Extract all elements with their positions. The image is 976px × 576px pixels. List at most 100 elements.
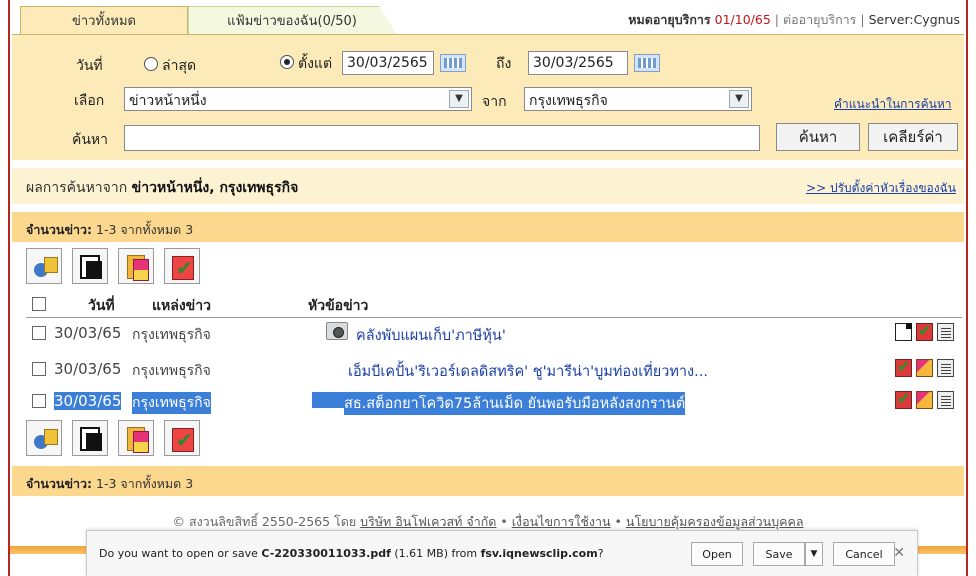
action-toolbar-top: [26, 248, 200, 284]
search-button[interactable]: ค้นหา: [776, 123, 860, 151]
search-tips-link[interactable]: คำแนะนำในการค้นหา: [834, 95, 951, 114]
row-title-link[interactable]: สธ.สต็อกยาโควิด75ล้านเม็ด ยันพอรับมือหลั…: [344, 392, 686, 415]
count-label: จำนวนข่าว:: [26, 476, 93, 491]
print-icon[interactable]: [72, 248, 108, 284]
row-checkbox[interactable]: [32, 326, 46, 340]
chevron-down-icon: ▼: [810, 549, 818, 559]
count-label: จำนวนข่าว:: [26, 222, 93, 237]
to-date-input[interactable]: [528, 51, 628, 75]
search-input[interactable]: [124, 125, 760, 151]
footer: © สงวนลิขสิทธิ์ 2550-2565 โดย บริษัท อิน…: [172, 514, 804, 529]
camera-icon: [326, 322, 348, 340]
download-message: Do you want to open or save C-2203300110…: [99, 547, 604, 560]
table-row: 30/03/65 กรุงเทพธุรกิจ สธ.สต็อกยาโควิด75…: [26, 388, 962, 415]
col-date: วันที่: [88, 298, 115, 314]
tab-all-news-label: ข่าวทั้งหมด: [72, 14, 136, 29]
latest-label: ล่าสุด: [162, 58, 197, 74]
source-value: กรุงเทพธุรกิจ: [529, 93, 608, 109]
add-to-folder-icon[interactable]: [26, 248, 62, 284]
open-button[interactable]: Open: [691, 542, 743, 566]
selection-highlight: [312, 392, 344, 408]
select-all-icon[interactable]: [164, 248, 200, 284]
page-frame: ข่าวทั้งหมด แฟ้มข่าวของฉัน(0/50) หมดอายุ…: [8, 0, 968, 576]
check-icon[interactable]: [916, 321, 933, 341]
text-document-icon[interactable]: [937, 391, 954, 409]
col-title: หัวข้อข่าว: [308, 298, 369, 314]
check-icon[interactable]: [895, 357, 912, 377]
select-all-icon[interactable]: [164, 420, 200, 456]
download-notification-bar: Do you want to open or save C-2203300110…: [86, 530, 918, 576]
add-to-folder-icon[interactable]: [26, 420, 62, 456]
source-select[interactable]: กรุงเทพธุรกิจ ▼: [524, 87, 752, 111]
expiry-date: 01/10/65: [714, 12, 771, 27]
action-toolbar-bottom: [26, 420, 200, 456]
results-prefix: ผลการค้นหาจาก: [26, 180, 128, 196]
results-summary: ผลการค้นหาจาก ข่าวหน้าหนึ่ง, กรุงเทพธุรก…: [26, 177, 298, 199]
row-source: กรุงเทพธุรกิจ: [132, 327, 211, 343]
search-panel: วันที่ ล่าสุด ตั้งแต่ ถึง เลือก ข่าวหน้า…: [12, 34, 964, 160]
to-calendar-icon[interactable]: [634, 54, 660, 72]
row-date: 30/03/65: [54, 324, 122, 342]
row-title-link[interactable]: เอ็มบีเคปั้น'ริเวอร์เดลดิสทริค' ชู'มารีน…: [348, 360, 708, 383]
count-bar-bottom: จำนวนข่าว: 1-3 จากทั้งหมด 3: [12, 466, 964, 496]
expiry-label: หมดอายุบริการ: [628, 12, 711, 27]
download-question-mark: ?: [597, 547, 604, 560]
col-source: แหล่งข่าว: [152, 298, 211, 314]
download-question: Do you want to open or save: [99, 547, 258, 560]
cancel-button[interactable]: Cancel: [833, 542, 895, 566]
download-filename: C-220330011033.pdf: [261, 547, 391, 560]
from-label: จาก: [482, 94, 507, 110]
export-icon[interactable]: [118, 248, 154, 284]
row-date: 30/03/65: [54, 360, 122, 378]
text-document-icon[interactable]: [937, 323, 954, 341]
tab-my-folder-label: แฟ้มข่าวของฉัน(0/50): [227, 14, 357, 29]
document-icon[interactable]: [895, 323, 912, 341]
server-label: Server:Cygnus: [868, 12, 960, 27]
category-select[interactable]: ข่าวหน้าหนึ่ง ▼: [124, 87, 472, 111]
tab-bar: ข่าวทั้งหมด แฟ้มข่าวของฉัน(0/50) หมดอายุ…: [10, 0, 966, 34]
renew-link[interactable]: ต่ออายุบริการ: [783, 12, 856, 27]
export-icon[interactable]: [916, 391, 933, 409]
results-header: ผลการค้นหาจาก ข่าวหน้าหนึ่ง, กรุงเทพธุรก…: [12, 168, 964, 204]
row-actions: [895, 357, 954, 377]
company-link[interactable]: บริษัท อินโฟเควสท์ จำกัด: [360, 514, 496, 529]
customize-topics-link[interactable]: >> ปรับตั้งค่าหัวเรื่องของฉัน: [806, 179, 956, 198]
row-source: กรุงเทพธุรกิจ: [132, 392, 211, 414]
row-checkbox[interactable]: [32, 394, 46, 408]
row-source: กรุงเทพธุรกิจ: [132, 363, 211, 379]
download-size: (1.61 MB) from: [394, 547, 478, 560]
privacy-link[interactable]: นโยบายคุ้มครองข้อมูลส่วนบุคคล: [626, 514, 804, 529]
clear-button[interactable]: เคลียร์ค่า: [868, 123, 958, 151]
table-row: 30/03/65 กรุงเทพธุรกิจ เอ็มบีเคปั้น'ริเว…: [26, 356, 962, 382]
close-icon[interactable]: ✕: [893, 545, 905, 561]
from-date-input[interactable]: [342, 51, 434, 75]
print-icon[interactable]: [72, 420, 108, 456]
export-icon[interactable]: [118, 420, 154, 456]
tab-all-news[interactable]: ข่าวทั้งหมด: [20, 6, 188, 34]
select-label: เลือก: [74, 93, 105, 109]
save-button[interactable]: Save: [753, 542, 805, 566]
query-label: ค้นหา: [72, 132, 109, 148]
copyright-text: © สงวนลิขสิทธิ์ 2550-2565 โดย: [172, 514, 357, 529]
count-value: 1-3 จากทั้งหมด 3: [96, 476, 194, 491]
select-all-checkbox[interactable]: [32, 297, 46, 311]
text-document-icon[interactable]: [937, 359, 954, 377]
latest-radio[interactable]: [144, 57, 158, 71]
chevron-down-icon: ▼: [729, 90, 749, 108]
row-actions: [895, 389, 954, 409]
row-actions: [895, 321, 954, 341]
check-icon[interactable]: [895, 389, 912, 409]
to-label: ถึง: [496, 56, 512, 72]
row-title-link[interactable]: คลังพับแผนเก็บ'ภาษีหุ้น': [356, 324, 506, 347]
tab-my-folder[interactable]: แฟ้มข่าวของฉัน(0/50): [188, 6, 396, 34]
row-date: 30/03/65: [54, 392, 122, 410]
count-bar-top: จำนวนข่าว: 1-3 จากทั้งหมด 3: [12, 212, 964, 242]
terms-link[interactable]: เงื่อนไขการใช้งาน: [512, 514, 611, 529]
table-header: วันที่ แหล่งข่าว หัวข้อข่าว: [26, 292, 962, 318]
save-options-dropdown[interactable]: ▼: [805, 542, 823, 566]
since-radio[interactable]: [280, 55, 294, 69]
row-checkbox[interactable]: [32, 362, 46, 376]
results-criteria: ข่าวหน้าหนึ่ง, กรุงเทพธุรกิจ: [131, 180, 299, 196]
from-calendar-icon[interactable]: [440, 54, 466, 72]
export-icon[interactable]: [916, 359, 933, 377]
